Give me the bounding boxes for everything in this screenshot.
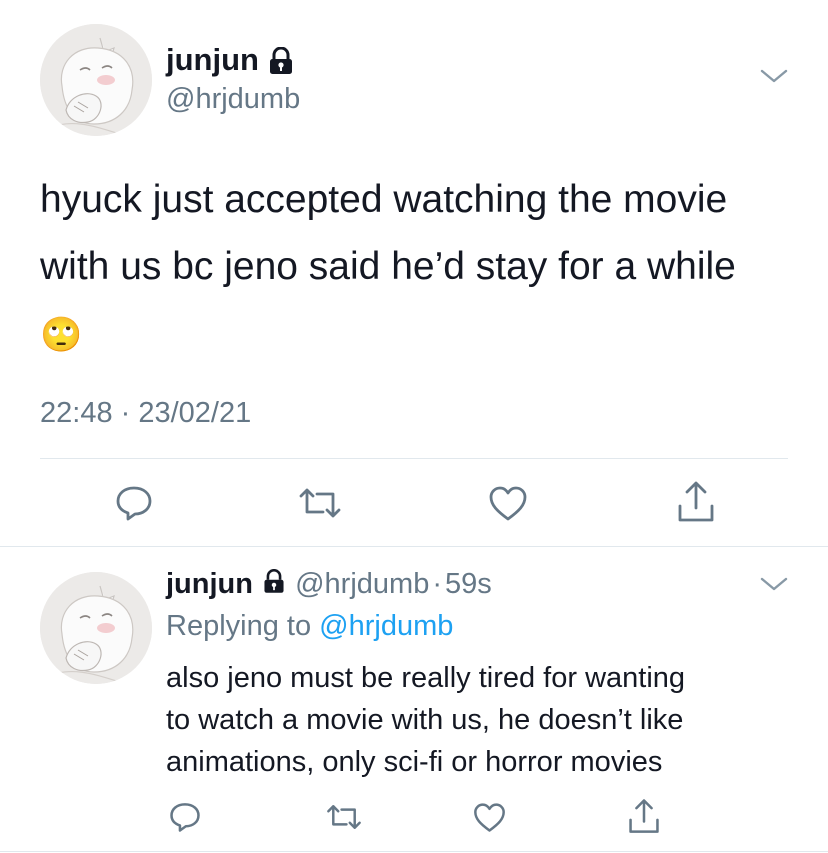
reply-handle[interactable]: @hrjdumb [295, 568, 429, 600]
reply-header: junjun @hrjdumb · 59s [166, 566, 492, 603]
divider [40, 458, 788, 459]
moomin-avatar-image [40, 24, 152, 136]
avatar[interactable] [40, 24, 152, 136]
retweet-icon[interactable] [325, 803, 363, 831]
lock-icon [261, 567, 287, 603]
share-icon[interactable] [627, 798, 661, 835]
reply-icon[interactable] [168, 801, 202, 833]
moomin-avatar-image [40, 572, 152, 684]
reply-text-line: animations, only sci-fi or horror movies [166, 746, 663, 778]
meta-separator: · [432, 568, 442, 600]
tweet-body: hyuck just accepted watching the movie w… [40, 178, 736, 288]
lock-icon [266, 46, 296, 80]
replying-to: Replying to @hrjdumb [166, 608, 453, 644]
tweet-text: hyuck just accepted watching the movie w… [40, 166, 740, 369]
reply-text-line: also jeno must be really tired for wanti… [166, 662, 686, 694]
replying-prefix: Replying to [166, 610, 312, 642]
retweet-icon[interactable] [297, 486, 343, 520]
divider [0, 851, 828, 852]
like-icon[interactable] [487, 485, 529, 523]
reply-text: also jeno must be really tired for wanti… [166, 657, 685, 783]
reply-display-name[interactable]: junjun [166, 568, 253, 600]
divider [0, 546, 828, 547]
display-name[interactable]: junjun [166, 41, 259, 79]
reply-avatar[interactable] [40, 572, 152, 684]
reply-icon[interactable] [114, 484, 154, 522]
replying-to-link[interactable]: @hrjdumb [319, 610, 453, 642]
timestamp[interactable]: 22:48 · 23/02/21 [40, 396, 251, 430]
share-icon[interactable] [676, 480, 716, 524]
chevron-down-icon[interactable] [759, 575, 789, 598]
handle[interactable]: @hrjdumb [166, 82, 300, 116]
reply-text-line: to watch a movie with us, he doesn’t lik… [166, 704, 684, 736]
like-icon[interactable] [472, 802, 507, 834]
chevron-down-icon[interactable] [759, 67, 789, 90]
reply-time[interactable]: 59s [445, 568, 492, 600]
eye-roll-emoji: 🙄 [40, 315, 83, 355]
